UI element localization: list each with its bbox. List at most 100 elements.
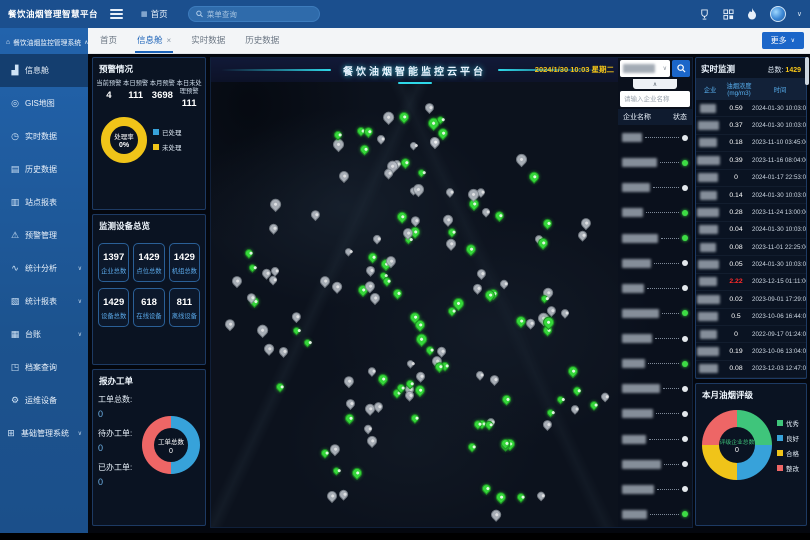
map-pin-green[interactable] bbox=[588, 399, 600, 411]
realtime-row[interactable]: 0.282023-11-24 13:00:00 bbox=[696, 204, 806, 221]
map-pin-gray[interactable] bbox=[365, 434, 379, 448]
map-pin-green[interactable] bbox=[467, 442, 478, 453]
sidebar-item-1[interactable]: ▟信息舱 bbox=[0, 54, 88, 87]
sidebar-item-7[interactable]: ∿统计分析∨ bbox=[0, 252, 88, 285]
map-pin-green[interactable] bbox=[409, 412, 421, 424]
tab-4[interactable]: 历史数据 bbox=[243, 28, 281, 53]
company-row[interactable] bbox=[618, 175, 692, 200]
map-pin-green[interactable] bbox=[464, 242, 479, 257]
map-pin-green[interactable] bbox=[303, 338, 313, 348]
company-row[interactable] bbox=[618, 427, 692, 452]
map-pin-gray[interactable] bbox=[423, 101, 436, 114]
map-pin-gray[interactable] bbox=[363, 424, 374, 435]
map-pin-gray[interactable] bbox=[535, 490, 546, 501]
map-pin-gray[interactable] bbox=[376, 134, 387, 145]
company-row[interactable] bbox=[618, 200, 692, 225]
sidebar-item-10[interactable]: ◳档案查询 bbox=[0, 351, 88, 384]
map-pin-green[interactable] bbox=[493, 209, 506, 222]
map-pin-green[interactable] bbox=[367, 251, 379, 263]
company-row[interactable] bbox=[618, 276, 692, 301]
map-pin-gray[interactable] bbox=[278, 346, 291, 359]
company-row[interactable] bbox=[618, 502, 692, 527]
map-pin-gray[interactable] bbox=[474, 370, 485, 381]
realtime-row[interactable]: 2.222023-12-15 01:11:00 bbox=[696, 274, 806, 291]
map-pin-green[interactable] bbox=[566, 364, 581, 379]
realtime-row[interactable]: 0.52023-10-06 16:44:00 bbox=[696, 309, 806, 326]
map-pin-green[interactable] bbox=[515, 492, 527, 504]
map-pin-gray[interactable] bbox=[344, 397, 357, 410]
map-pin-gray[interactable] bbox=[337, 488, 349, 500]
realtime-row[interactable]: 0.182023-11-10 03:45:00 bbox=[696, 135, 806, 152]
company-row[interactable] bbox=[618, 150, 692, 175]
map-pin-gray[interactable] bbox=[475, 267, 488, 280]
map-pin-gray[interactable] bbox=[576, 229, 588, 241]
tab-1[interactable]: 首页 bbox=[98, 28, 119, 53]
realtime-row[interactable]: 0.022023-09-01 17:29:00 bbox=[696, 291, 806, 308]
map-pin-gray[interactable] bbox=[342, 374, 357, 389]
realtime-row[interactable]: 0.192023-10-06 13:04:00 bbox=[696, 343, 806, 360]
map-pin-gray[interactable] bbox=[481, 207, 492, 218]
map-pin-gray[interactable] bbox=[330, 280, 344, 294]
map-pin-green[interactable] bbox=[545, 408, 555, 418]
map-pin-gray[interactable] bbox=[336, 169, 350, 183]
badge-icon[interactable] bbox=[698, 8, 711, 21]
sidebar-item-4[interactable]: ▤历史数据 bbox=[0, 153, 88, 186]
close-icon[interactable]: × bbox=[167, 36, 172, 45]
map-pin-gray[interactable] bbox=[409, 214, 422, 227]
map-pin-gray[interactable] bbox=[471, 282, 483, 294]
map-pin-gray[interactable] bbox=[380, 110, 395, 125]
map-pin-gray[interactable] bbox=[559, 308, 571, 320]
map-pin-green[interactable] bbox=[244, 247, 256, 259]
company-row[interactable] bbox=[618, 401, 692, 426]
map-pin-gray[interactable] bbox=[366, 365, 378, 377]
realtime-row[interactable]: 02024-01-17 22:53:00 bbox=[696, 170, 806, 187]
more-button[interactable]: 更多 ∨ bbox=[762, 32, 804, 49]
company-row[interactable] bbox=[618, 452, 692, 477]
company-row[interactable] bbox=[618, 226, 692, 251]
map-pin-green[interactable] bbox=[397, 109, 411, 123]
map-pin-gray[interactable] bbox=[541, 418, 554, 431]
map-pin-gray[interactable] bbox=[444, 186, 456, 198]
map-pin-green[interactable] bbox=[291, 326, 301, 336]
sidebar-item-8[interactable]: ▧统计报表∨ bbox=[0, 285, 88, 318]
menu-search-box[interactable] bbox=[188, 6, 320, 22]
flame-icon[interactable] bbox=[746, 8, 759, 21]
map-pin-gray[interactable] bbox=[290, 310, 303, 323]
scrollbar-thumb[interactable] bbox=[805, 57, 809, 85]
sidebar-item-6[interactable]: ⚠预警管理 bbox=[0, 219, 88, 252]
map-pin-gray[interactable] bbox=[268, 196, 283, 211]
hamburger-menu-icon[interactable] bbox=[110, 9, 123, 19]
map-pin-gray[interactable] bbox=[328, 441, 343, 456]
map-pin-green[interactable] bbox=[572, 385, 583, 396]
area-select[interactable]: ∨ bbox=[620, 60, 670, 77]
avatar[interactable] bbox=[770, 6, 786, 22]
map-pin-gray[interactable] bbox=[441, 213, 455, 227]
sidebar-item-9[interactable]: ▦台账∨ bbox=[0, 318, 88, 351]
map-pin-green[interactable] bbox=[480, 483, 493, 496]
map-pin-green[interactable] bbox=[555, 395, 565, 405]
sidebar-item-3[interactable]: ◷实时数据 bbox=[0, 120, 88, 153]
map-pin-gray[interactable] bbox=[414, 370, 426, 382]
realtime-row[interactable]: 02022-09-17 01:24:00 bbox=[696, 326, 806, 343]
realtime-row[interactable]: 0.082023-11-01 22:25:00 bbox=[696, 239, 806, 256]
map-pin-gray[interactable] bbox=[514, 151, 529, 166]
company-row[interactable] bbox=[618, 477, 692, 502]
map-view[interactable]: 餐饮油烟智能监控云平台 2024/1/30 10:03 星期二 ∨ bbox=[210, 57, 693, 528]
map-pin-gray[interactable] bbox=[579, 216, 593, 230]
map-pin-gray[interactable] bbox=[262, 342, 276, 356]
map-pin-gray[interactable] bbox=[230, 274, 244, 288]
company-row[interactable] bbox=[618, 125, 692, 150]
map-pin-green[interactable] bbox=[248, 262, 259, 273]
breadcrumb[interactable]: ▦ 首页 bbox=[141, 8, 168, 20]
map-pin-gray[interactable] bbox=[498, 278, 509, 289]
realtime-row[interactable]: 0.082023-12-03 12:47:00 bbox=[696, 361, 806, 378]
realtime-row[interactable]: 0.142024-01-30 10:03:00 bbox=[696, 187, 806, 204]
map-pin-green[interactable] bbox=[331, 466, 342, 477]
map-pin-gray[interactable] bbox=[318, 273, 332, 287]
realtime-row[interactable]: 0.392023-11-16 08:04:00 bbox=[696, 152, 806, 169]
map-pin-gray[interactable] bbox=[309, 208, 322, 221]
map-pin-gray[interactable] bbox=[444, 237, 458, 251]
map-pin-green[interactable] bbox=[541, 217, 554, 230]
map-pin-green[interactable] bbox=[399, 156, 412, 169]
map-pin-green[interactable] bbox=[417, 168, 428, 179]
